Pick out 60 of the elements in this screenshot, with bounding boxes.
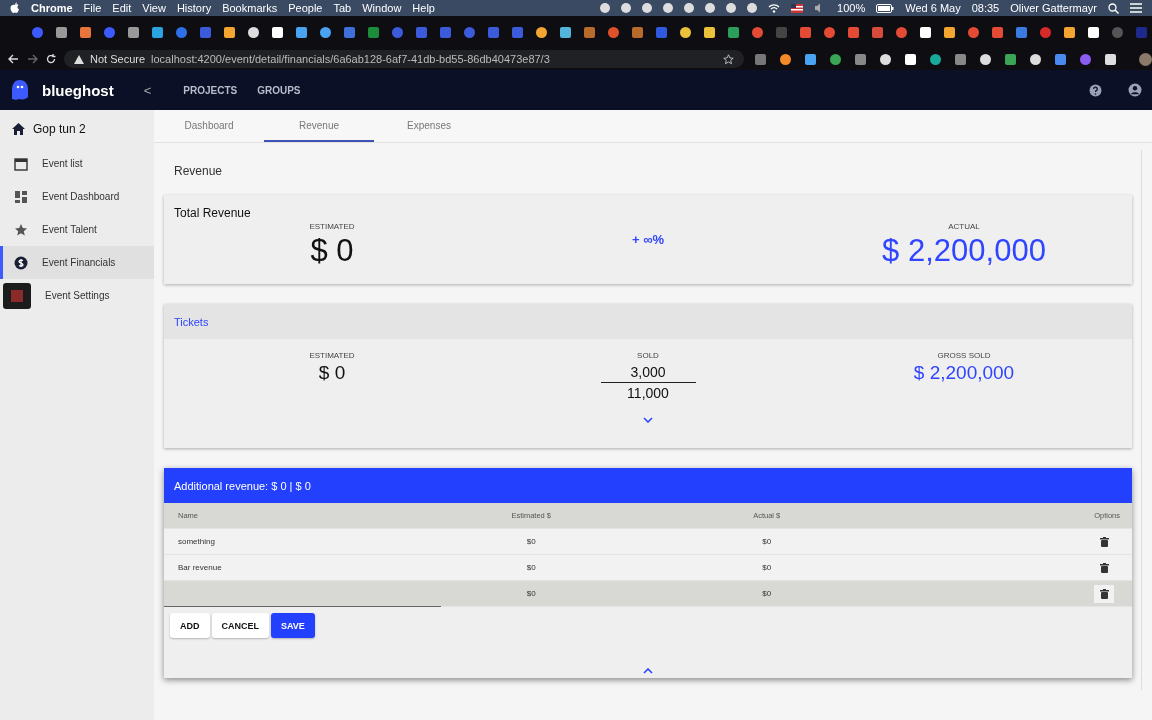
menu-item[interactable]: File [83,2,102,14]
nav-link[interactable]: PROJECTS [183,84,238,96]
menu-item[interactable]: Window [362,2,402,14]
name-cell-text: Bar revenue [178,563,223,572]
secondary-button[interactable]: ADD [170,613,210,638]
table-row[interactable]: something $0 $0 [164,529,1132,555]
secondary-button[interactable]: CANCEL [211,613,269,638]
battery-percent: 100% [837,2,866,14]
estimated-label: ESTIMATED [309,222,355,231]
gross-sold-value: $ 2,200,000 [913,362,1015,384]
menu-item[interactable]: Edit [112,2,132,14]
collapse-button[interactable]: < [143,82,152,98]
url-text: localhost:4200/event/detail/financials/6a6ab128-6af7-41db-bd55-86db40473e87/3 [151,53,550,65]
estimated-cell-text: $0 [525,537,537,546]
estimated-cell-text: $0 [525,563,537,572]
user-name[interactable]: Oliver Gattermayr [1010,2,1097,14]
card-title: Additional revenue: $ 0 | $ 0 [164,468,1132,503]
table-row[interactable]: Bar revenue $0 $0 [164,555,1132,581]
app-logo-text[interactable]: blueghost [42,81,114,99]
menu-item[interactable]: Help [412,2,435,14]
estimated-value: $ 0 [310,233,354,269]
primary-button[interactable]: SAVE [271,613,315,638]
menu-item[interactable]: People [288,2,323,14]
menu-date[interactable]: Wed 6 May [905,2,961,14]
security-label: Not Secure [90,53,146,65]
page-title: Revenue [173,163,224,180]
estimated-label: ESTIMATED [309,351,355,360]
sidebar-item[interactable]: Event Financials [0,246,154,279]
menu-item[interactable]: History [176,2,212,14]
estimated-value: $ 0 [318,362,346,384]
actual-cell-text: $0 [761,563,773,572]
gross-sold-label: GROSS SOLD [937,351,991,360]
tab[interactable]: Dashboard [154,110,264,142]
actual-label: ACTUAL [948,222,980,231]
address-bar[interactable]: Not Secure localhost:4200/event/detail/financials/6a6ab128-6af7-41db-bd55-86db40473e87/3 [64,50,744,68]
actual-value: $ 2,200,000 [882,233,1046,269]
sidebar-item[interactable]: Event list [0,147,154,180]
app-menu[interactable]: Chrome [31,2,73,14]
sold-label: SOLD [637,351,659,360]
editing-row[interactable]: $0 $0 [164,581,1132,607]
menu-item[interactable]: Tab [333,2,352,14]
actual-cell-text: $0 [761,537,773,546]
sidebar-item[interactable]: Event Talent [0,213,154,246]
tickets-title: Tickets [164,304,1132,339]
change-percent: + ∞% [632,232,664,247]
event-title: Gop tun 2 [33,121,86,136]
menu-time[interactable]: 08:35 [971,2,1000,14]
sidebar-item[interactable]: Event Settings [0,279,154,312]
tab[interactable]: Revenue [264,110,374,142]
actual-cell-text: $0 [761,589,773,598]
sold-count: 3,000 [600,362,696,383]
menu-item[interactable]: View [142,2,166,14]
tab[interactable]: Expenses [374,110,484,142]
menu-item[interactable]: Bookmarks [222,2,278,14]
card-title: Total Revenue [173,205,252,220]
name-cell-text: something [178,537,216,546]
estimated-cell-text: $0 [525,589,537,598]
nav-link[interactable]: GROUPS [257,84,301,96]
capacity-count: 11,000 [626,384,670,403]
sidebar-item[interactable]: Event Dashboard [0,180,154,213]
